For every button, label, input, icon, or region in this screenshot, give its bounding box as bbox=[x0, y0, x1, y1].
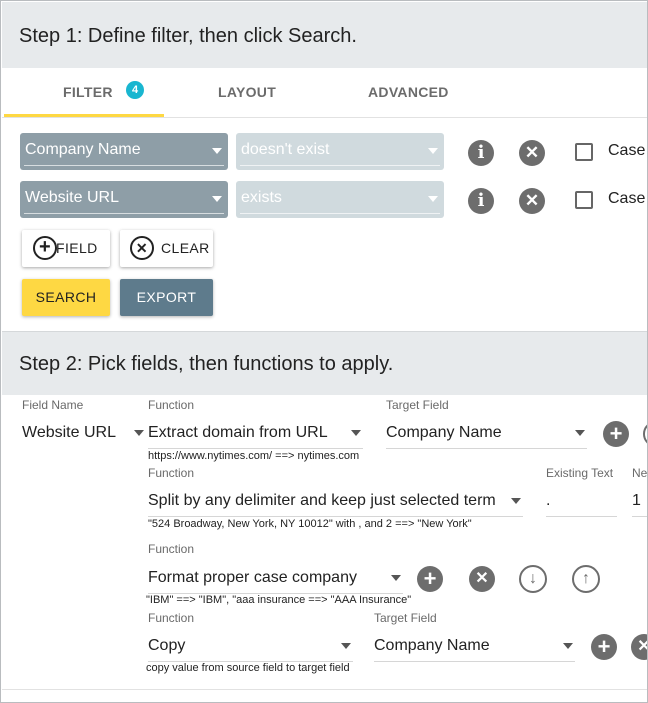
new-text-label: Ne bbox=[632, 466, 648, 480]
new-text-input[interactable]: 1 bbox=[632, 489, 647, 517]
function-value: Copy bbox=[148, 637, 186, 654]
step1-header: Step 1: Define filter, then click Search… bbox=[2, 2, 647, 68]
chevron-down-icon bbox=[575, 430, 585, 436]
filter-field-select[interactable]: Website URL bbox=[20, 181, 228, 218]
clear-button[interactable]: ✕ CLEAR bbox=[120, 230, 213, 267]
field-name-select[interactable]: Website URL bbox=[22, 421, 146, 449]
chevron-down-icon bbox=[391, 575, 401, 581]
function-hint: "524 Broadway, New York, NY 10012" with … bbox=[148, 518, 472, 530]
chevron-down-icon bbox=[341, 643, 351, 649]
function-select[interactable]: Copy bbox=[148, 634, 353, 662]
function-label: Function bbox=[148, 466, 195, 480]
function-select[interactable]: Format proper case company bbox=[148, 566, 403, 594]
case-label: Case bbox=[608, 142, 646, 159]
existing-text-input[interactable]: . bbox=[546, 489, 617, 517]
function-hint: https://www.nytimes.com/ ==> nytimes.com bbox=[148, 450, 360, 462]
target-field-value: Company Name bbox=[374, 637, 490, 654]
function-label: Function bbox=[148, 542, 195, 556]
target-field-select[interactable]: Company Name bbox=[374, 634, 575, 662]
remove-filter-icon[interactable]: ✕ bbox=[519, 140, 545, 166]
case-checkbox[interactable] bbox=[575, 191, 593, 209]
function-value: Extract domain from URL bbox=[148, 424, 328, 441]
chevron-down-icon bbox=[134, 430, 144, 436]
filter-field-value: Company Name bbox=[25, 141, 141, 158]
function-select[interactable]: Extract domain from URL bbox=[148, 421, 363, 449]
select-underline bbox=[240, 213, 440, 214]
function-hint: "IBM" ==> "IBM", "aaa insurance ==> "AAA… bbox=[146, 594, 412, 606]
search-button[interactable]: SEARCH bbox=[22, 279, 110, 316]
remove-function-icon[interactable]: ✕ bbox=[631, 634, 647, 660]
filter-condition-value: exists bbox=[241, 189, 282, 206]
info-icon[interactable]: i bbox=[468, 140, 494, 166]
select-underline bbox=[240, 165, 440, 166]
target-field-label: Target Field bbox=[386, 398, 449, 412]
filter-count-badge: 4 bbox=[126, 81, 144, 99]
filter-panel: Step 1: Define filter, then click Search… bbox=[0, 0, 648, 703]
function-select[interactable]: Split by any delimiter and keep just sel… bbox=[148, 489, 523, 517]
chevron-down-icon bbox=[212, 196, 222, 202]
field-name-label: Field Name bbox=[22, 398, 84, 412]
chevron-down-icon bbox=[428, 148, 438, 154]
target-field-select[interactable]: Company Name bbox=[386, 421, 587, 449]
chevron-down-icon bbox=[511, 498, 521, 504]
target-field-value: Company Name bbox=[386, 424, 502, 441]
move-up-icon[interactable]: ↑ bbox=[572, 565, 600, 593]
remove-function-icon[interactable]: ✕ bbox=[469, 566, 495, 592]
partial-icon[interactable] bbox=[643, 421, 647, 447]
remove-filter-icon[interactable]: ✕ bbox=[519, 188, 545, 214]
add-function-icon[interactable]: + bbox=[591, 634, 617, 660]
plus-icon: + bbox=[33, 236, 57, 260]
existing-text-label: Existing Text bbox=[546, 466, 614, 480]
target-field-label: Target Field bbox=[374, 611, 437, 625]
info-icon[interactable]: i bbox=[468, 188, 494, 214]
filter-field-value: Website URL bbox=[25, 189, 119, 206]
chevron-down-icon bbox=[563, 643, 573, 649]
tab-advanced[interactable]: ADVANCED bbox=[368, 84, 449, 100]
function-value: Format proper case company bbox=[148, 569, 357, 586]
case-checkbox[interactable] bbox=[575, 143, 593, 161]
filter-condition-select[interactable]: doesn't exist bbox=[236, 133, 444, 170]
export-button[interactable]: EXPORT bbox=[120, 279, 213, 316]
chevron-down-icon bbox=[212, 148, 222, 154]
bottom-divider bbox=[2, 689, 647, 690]
filter-condition-value: doesn't exist bbox=[241, 141, 330, 158]
move-down-icon[interactable]: ↓ bbox=[519, 565, 547, 593]
chevron-down-icon bbox=[428, 196, 438, 202]
function-label: Function bbox=[148, 398, 195, 412]
add-function-icon[interactable]: + bbox=[417, 566, 443, 592]
filter-field-select[interactable]: Company Name bbox=[20, 133, 228, 170]
close-icon: ✕ bbox=[130, 236, 154, 260]
tab-divider bbox=[2, 117, 647, 118]
tab-layout[interactable]: LAYOUT bbox=[218, 84, 276, 100]
add-field-label: FIELD bbox=[56, 240, 98, 256]
chevron-down-icon bbox=[351, 430, 361, 436]
tab-filter[interactable]: FILTER bbox=[63, 84, 113, 100]
clear-label: CLEAR bbox=[161, 240, 210, 256]
field-name-value: Website URL bbox=[22, 424, 116, 441]
function-label: Function bbox=[148, 611, 195, 625]
case-label: Case bbox=[608, 190, 646, 207]
add-field-button[interactable]: + FIELD bbox=[22, 230, 110, 267]
function-hint: copy value from source field to target f… bbox=[146, 662, 350, 674]
select-underline bbox=[24, 213, 224, 214]
filter-condition-select[interactable]: exists bbox=[236, 181, 444, 218]
step2-title: Step 2: Pick fields, then functions to a… bbox=[19, 353, 394, 375]
function-value: Split by any delimiter and keep just sel… bbox=[148, 492, 496, 509]
add-function-icon[interactable]: + bbox=[603, 421, 629, 447]
select-underline bbox=[24, 165, 224, 166]
step2-header: Step 2: Pick fields, then functions to a… bbox=[2, 331, 647, 395]
step1-title: Step 1: Define filter, then click Search… bbox=[19, 25, 357, 47]
